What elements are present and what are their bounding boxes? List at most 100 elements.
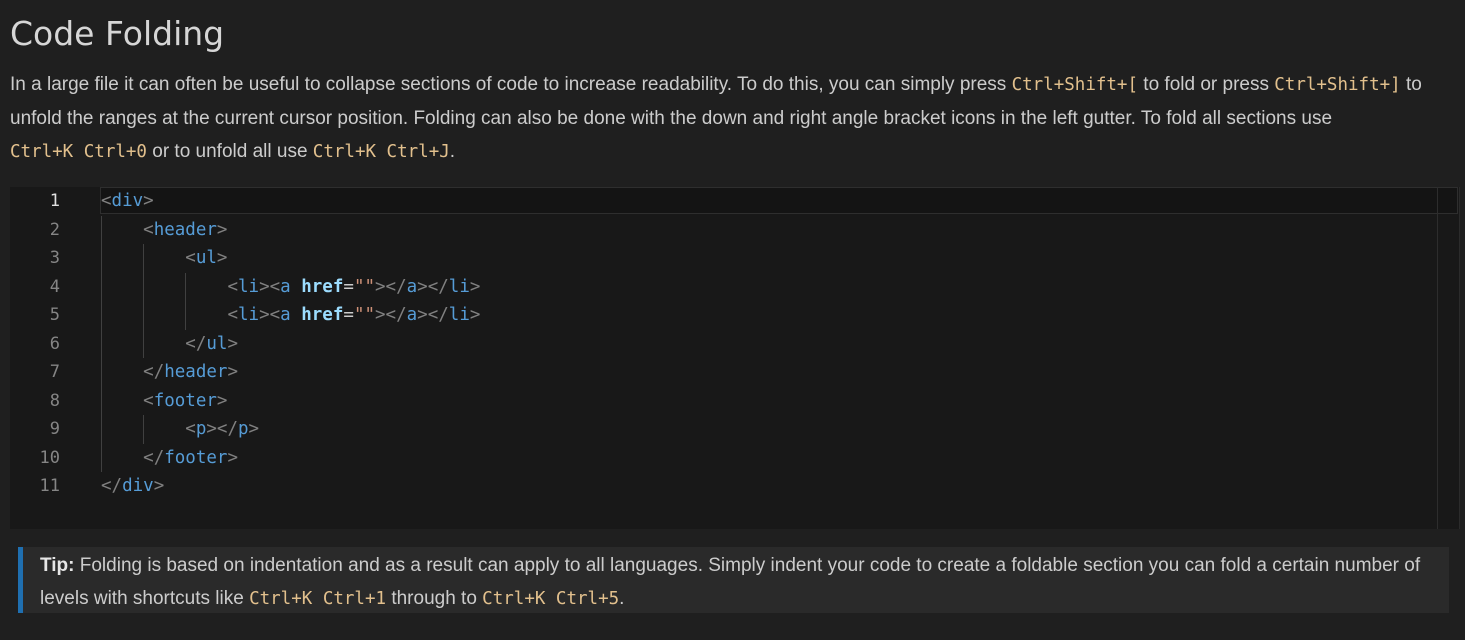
tip-label: Tip: [40, 555, 75, 576]
intro-paragraph: In a large file it can often be useful t… [10, 68, 1460, 169]
code-token-tag: footer [164, 447, 228, 468]
tip-text: Tip: Folding is based on indentation and… [40, 549, 1435, 616]
line-number: 8 [49, 390, 60, 411]
code-token-bracket: < [227, 276, 238, 297]
code-token-tag: header [153, 219, 217, 240]
code-token-tag: li [237, 305, 260, 325]
code-token-bracket: > [227, 447, 238, 468]
code-token-tag: li [448, 276, 470, 297]
code-token-tag: li [448, 305, 470, 325]
code-token-bracket: > [143, 191, 154, 211]
intro-text: to fold or press [1138, 74, 1275, 95]
line-number: 6 [49, 333, 60, 354]
tip-body: through to [386, 588, 483, 609]
code-token-bracket: > [216, 248, 228, 268]
code-line: <header> [101, 216, 227, 245]
code-token-bracket: < [185, 248, 196, 268]
line-number: 11 [39, 476, 60, 496]
code-line: <li><a href=""></a></li> [101, 273, 480, 302]
code-token-tag: div [111, 191, 144, 211]
current-line-highlight [100, 187, 1458, 214]
shortcut-fold-level-1: Ctrl+K Ctrl+1 [249, 589, 387, 609]
line-number: 3 [49, 248, 60, 268]
shortcut-fold-level-5: Ctrl+K Ctrl+5 [482, 589, 620, 609]
code-token-tag: div [122, 476, 154, 496]
code-token-tag: p [238, 419, 249, 439]
code-token-bracket: ></ [206, 419, 238, 439]
code-token-bracket: ></ [375, 305, 407, 325]
line-number: 2 [49, 219, 60, 240]
code-token-bracket: > [227, 333, 238, 354]
code-editor[interactable]: 1 2 3 4 5 6 7 8 9 10 11 <div> <header> <ul> <li><a… [10, 187, 1460, 529]
code-token-str: "" [353, 276, 376, 297]
code-token-bracket: > [469, 305, 481, 325]
code-token-tag: footer [153, 390, 217, 411]
code-token-bracket: > [216, 390, 228, 411]
code-token-plain: = [343, 276, 354, 297]
code-token-attr: href [301, 276, 344, 297]
line-number: 9 [49, 419, 60, 439]
code-line: </header> [101, 358, 238, 387]
page: Code Folding In a large file it can ofte… [0, 0, 1465, 640]
code-token-bracket: ></ [375, 276, 407, 297]
code-token-bracket: > [248, 419, 260, 439]
shortcut-unfold-all: Ctrl+K Ctrl+J [312, 142, 450, 162]
code-token-bracket: > [216, 219, 228, 240]
line-number: 10 [39, 447, 60, 468]
code-token-tag: a [280, 305, 291, 325]
code-token-bracket: < [101, 191, 112, 211]
code-token-bracket: > [153, 476, 165, 496]
code-token-bracket: < [143, 219, 154, 240]
editor-scrollbar[interactable] [1437, 187, 1438, 529]
shortcut-unfold: Ctrl+Shift+] [1274, 75, 1401, 95]
code-token-bracket: </ [143, 447, 165, 468]
page-title: Code Folding [10, 14, 225, 53]
code-token-tag: li [237, 276, 260, 297]
code-token-bracket: < [143, 390, 154, 411]
code-token-tag: header [164, 362, 228, 382]
code-token-tag: ul [206, 333, 228, 354]
code-token-bracket: ></ [417, 276, 449, 297]
tip-callout: Tip: Folding is based on indentation and… [18, 547, 1449, 613]
code-token-bracket: < [227, 305, 238, 325]
code-token-tag: a [406, 276, 418, 297]
code-token-plain: = [343, 305, 354, 325]
intro-text: In a large file it can often be useful t… [10, 74, 1012, 95]
code-token-attr: href [301, 305, 344, 325]
intro-text: or to unfold all use [146, 141, 313, 162]
code-token-bracket: < [185, 419, 196, 439]
code-line: <ul> [101, 244, 227, 273]
code-token-bracket: ></ [417, 305, 449, 325]
line-number: 5 [49, 305, 60, 325]
line-number: 1 [49, 191, 60, 211]
code-token-bracket: >< [259, 305, 281, 325]
code-line: </div> [101, 472, 164, 501]
tip-body: . [619, 588, 625, 609]
code-token-bracket: > [227, 362, 238, 382]
code-token-tag: p [195, 419, 207, 439]
code-token-tag: ul [195, 248, 217, 268]
code-token-bracket: >< [259, 276, 281, 297]
code-token-bracket: </ [185, 333, 207, 354]
intro-text: . [449, 141, 456, 162]
tip-body: Folding is based on indentation and as a… [40, 555, 1421, 609]
shortcut-fold: Ctrl+Shift+[ [1011, 75, 1139, 95]
code-token-tag: a [406, 305, 418, 325]
code-token-bracket: </ [143, 362, 165, 382]
line-number: 7 [49, 362, 60, 382]
code-token-str: "" [353, 305, 376, 325]
code-token-bracket: </ [101, 476, 123, 496]
code-line: <div> [101, 187, 154, 216]
shortcut-fold-all: Ctrl+K Ctrl+0 [10, 142, 147, 162]
code-line: <footer> [101, 387, 227, 416]
